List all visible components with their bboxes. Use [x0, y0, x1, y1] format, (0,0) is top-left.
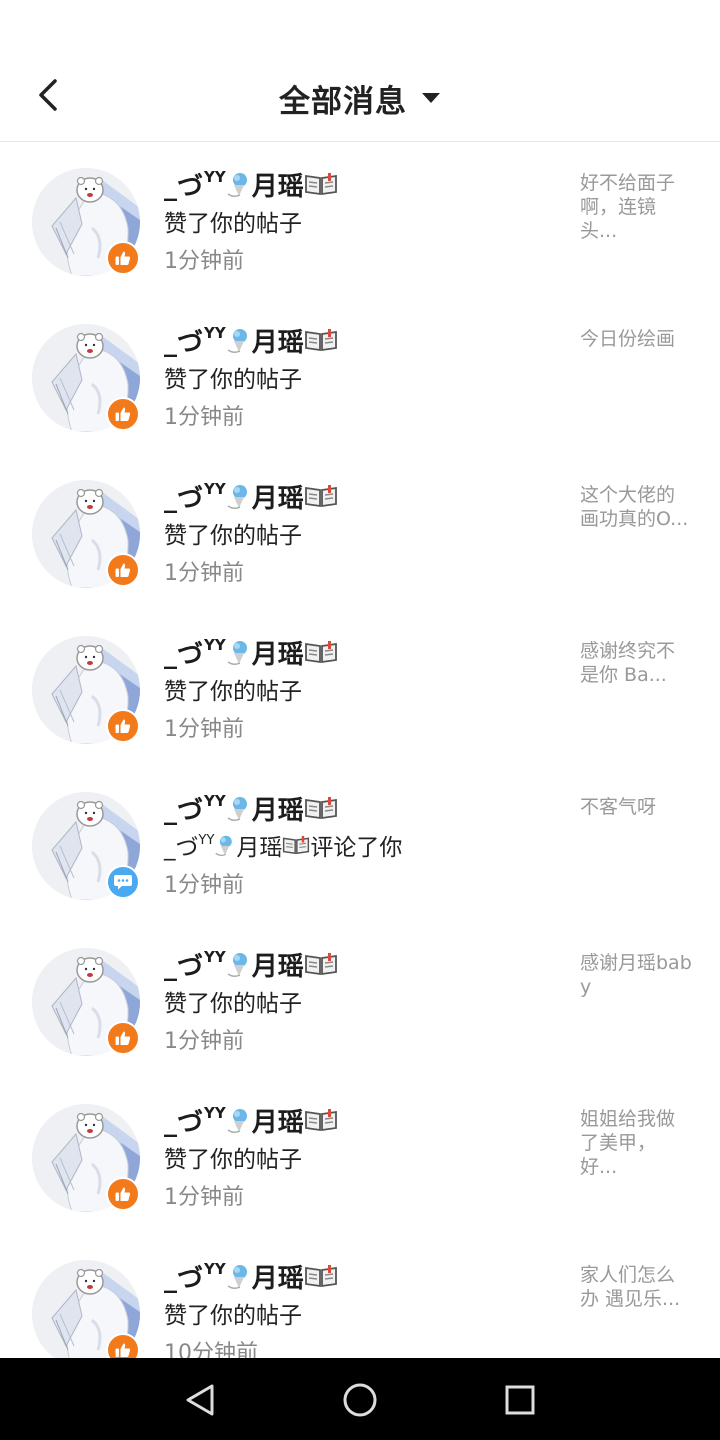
post-preview[interactable]: 今日份绘画 — [580, 327, 692, 351]
system-nav-bar — [0, 1358, 720, 1440]
thumbs-up-icon — [115, 251, 131, 265]
post-preview[interactable]: 不客气呀 — [580, 795, 692, 819]
sender-name[interactable]: _づ YY 月瑶 — [164, 635, 338, 670]
chat-bubble-icon — [114, 875, 132, 890]
back-triangle-icon — [186, 1384, 214, 1416]
like-badge — [106, 709, 140, 743]
open-book-icon — [304, 1265, 337, 1288]
action-text: 赞了你的帖子 — [164, 211, 302, 237]
message-item[interactable]: _づ YY 月瑶 赞了你的帖子 1分钟前 姐姐给我做了美甲，好... — [0, 1079, 720, 1235]
sender-name[interactable]: _づ YY 月瑶 — [164, 1103, 338, 1138]
timestamp: 1分钟前 — [164, 405, 244, 430]
nav-home-button[interactable] — [339, 1379, 381, 1421]
action-text: 赞了你的帖子 — [164, 1147, 302, 1173]
sender-name[interactable]: _づ YY 月瑶 — [164, 323, 338, 358]
message-item[interactable]: _づ YY 月瑶 赞了你的帖子 1分钟前 今日份绘画 — [0, 299, 720, 455]
ice-cream-icon — [227, 797, 247, 822]
open-book-icon — [304, 641, 337, 664]
message-item[interactable]: _づ YY 月瑶 赞了你的帖子 1分钟前 感谢终究不是你 Ba... — [0, 611, 720, 767]
top-bar: 全部消息 — [0, 52, 720, 142]
thumbs-up-icon — [115, 1343, 131, 1357]
open-book-icon — [304, 953, 337, 976]
timestamp: 1分钟前 — [164, 249, 244, 274]
action-text: 赞了你的帖子 — [164, 679, 302, 705]
post-preview[interactable]: 感谢月瑶baby — [580, 951, 692, 999]
thumbs-up-icon — [115, 407, 131, 421]
sender-name[interactable]: _づ YY 月瑶 — [164, 167, 338, 202]
timestamp: 1分钟前 — [164, 1029, 244, 1054]
sender-name[interactable]: _づ YY 月瑶 — [164, 947, 338, 982]
ice-cream-icon — [227, 1109, 247, 1134]
sender-name[interactable]: _づ YY 月瑶 — [164, 791, 338, 826]
timestamp: 1分钟前 — [164, 717, 244, 742]
page-title: 全部消息 — [279, 83, 407, 120]
sender-name[interactable]: _づ YY 月瑶 — [164, 1259, 338, 1294]
recents-square-icon — [505, 1385, 535, 1415]
timestamp: 1分钟前 — [164, 561, 244, 586]
home-circle-icon — [343, 1383, 377, 1417]
caret-down-icon — [422, 93, 440, 103]
open-book-icon — [304, 485, 337, 508]
thumbs-up-icon — [115, 563, 131, 577]
message-item[interactable]: _づ YY 月瑶 _づ YY 月瑶 评论了你 1分钟前 不客气呀 — [0, 767, 720, 923]
action-text: 赞了你的帖子 — [164, 1303, 302, 1329]
thumbs-up-icon — [115, 1187, 131, 1201]
open-book-icon — [304, 329, 337, 352]
open-book-icon — [304, 1109, 337, 1132]
message-item[interactable]: _づ YY 月瑶 赞了你的帖子 1分钟前 这个大佬的画功真的O... — [0, 455, 720, 611]
open-book-icon — [304, 173, 337, 196]
action-text: _づ YY 月瑶 评论了你 — [164, 832, 403, 862]
like-badge — [106, 553, 140, 587]
message-item[interactable]: _づ YY 月瑶 赞了你的帖子 1分钟前 感谢月瑶baby — [0, 923, 720, 1079]
ice-cream-icon — [227, 173, 247, 198]
post-preview[interactable]: 姐姐给我做了美甲，好... — [580, 1107, 692, 1179]
nav-back-button[interactable] — [179, 1379, 221, 1421]
like-badge — [106, 241, 140, 275]
open-book-icon — [304, 797, 337, 820]
message-item[interactable]: _づ YY 月瑶 赞了你的帖子 1分钟前 好不给面子啊，连镜头... — [0, 143, 720, 299]
comment-badge — [106, 865, 140, 899]
like-badge — [106, 1177, 140, 1211]
action-text: 赞了你的帖子 — [164, 523, 302, 549]
thumbs-up-icon — [115, 1031, 131, 1045]
post-preview[interactable]: 好不给面子啊，连镜头... — [580, 171, 692, 243]
post-preview[interactable]: 这个大佬的画功真的O... — [580, 483, 692, 531]
like-badge — [106, 1021, 140, 1055]
like-badge — [106, 397, 140, 431]
post-preview[interactable]: 家人们怎么办 遇见乐... — [580, 1263, 692, 1311]
ice-cream-icon — [215, 835, 233, 857]
sender-name[interactable]: _づ YY 月瑶 — [164, 479, 338, 514]
ice-cream-icon — [227, 485, 247, 510]
action-text: 赞了你的帖子 — [164, 991, 302, 1017]
post-preview[interactable]: 感谢终究不是你 Ba... — [580, 639, 692, 687]
ice-cream-icon — [227, 329, 247, 354]
open-book-icon — [283, 835, 310, 855]
ice-cream-icon — [227, 641, 247, 666]
message-filter-dropdown[interactable]: 全部消息 — [0, 76, 720, 120]
thumbs-up-icon — [115, 719, 131, 733]
nav-recents-button[interactable] — [499, 1379, 541, 1421]
action-text: 赞了你的帖子 — [164, 367, 302, 393]
message-list: _づ YY 月瑶 赞了你的帖子 1分钟前 好不给面子啊，连镜头... _づ YY 月瑶 … — [0, 143, 720, 1391]
timestamp: 1分钟前 — [164, 873, 244, 898]
ice-cream-icon — [227, 953, 247, 978]
ice-cream-icon — [227, 1265, 247, 1290]
timestamp: 1分钟前 — [164, 1185, 244, 1210]
